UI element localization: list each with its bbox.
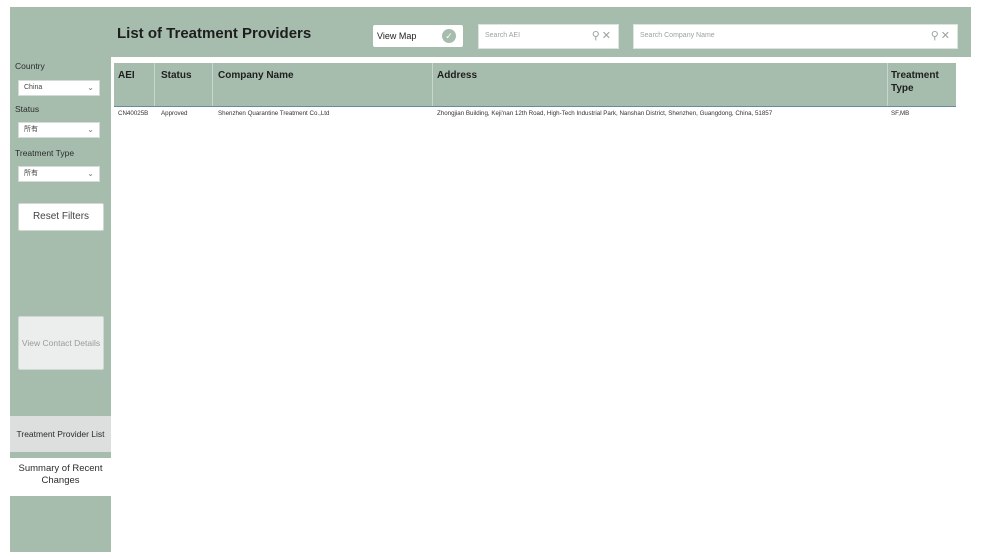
status-dropdown[interactable]: 所有 ⌄ [18,122,100,138]
page-title: List of Treatment Providers [117,25,312,42]
search-icon[interactable]: ⚲ [931,30,941,42]
status-label: Status [15,104,40,114]
cell-company-name: Shenzhen Quarantine Treatment Co.,Ltd [218,110,330,117]
country-value: China [24,84,43,91]
cell-address: Zhongjian Building, Keji'nan 12th Road, … [437,110,773,117]
chevron-down-icon: ⌄ [87,83,94,92]
column-header-status[interactable]: Status [161,69,192,82]
column-divider [154,63,155,106]
toggle-knob-icon[interactable]: ✓ [442,29,456,43]
view-map-toggle[interactable]: View Map ✓ [373,25,463,47]
reset-filters-button[interactable]: Reset Filters [18,203,104,231]
chevron-down-icon: ⌄ [87,125,94,134]
view-map-label: View Map [377,31,417,41]
cell-aei: CN40025B [118,110,149,117]
search-aei-input[interactable]: Search AEI ⚲✕ [478,24,619,49]
header-bar: List of Treatment Providers View Map ✓ S… [111,7,971,57]
clear-icon[interactable]: ✕ [941,30,952,42]
clear-icon[interactable]: ✕ [602,30,613,42]
country-label: Country [15,61,45,71]
search-company-input[interactable]: Search Company Name ⚲✕ [633,24,958,49]
column-divider [212,63,213,106]
column-header-treatment-type[interactable]: Treatment Type [891,69,953,95]
cell-status: Approved [161,110,188,117]
nav-treatment-provider-list[interactable]: Treatment Provider List [10,416,111,452]
view-contact-details-button[interactable]: View Contact Details [18,316,104,370]
column-divider [887,63,888,106]
column-header-aei[interactable]: AEI [118,69,135,82]
cell-treatment-type: SF,MB [891,110,910,117]
search-icon[interactable]: ⚲ [592,30,602,42]
search-company-placeholder: Search Company Name [640,32,715,39]
table-header: AEI Status Company Name Address Treatmen… [114,63,956,107]
search-aei-placeholder: Search AEI [485,32,521,39]
table-row[interactable]: CN40025B Approved Shenzhen Quarantine Tr… [114,107,956,121]
status-value: 所有 [24,126,38,133]
column-header-company-name[interactable]: Company Name [218,69,294,82]
country-dropdown[interactable]: China ⌄ [18,80,100,96]
column-header-address[interactable]: Address [437,69,477,82]
sidebar: Country China ⌄ Status 所有 ⌄ Treatment Ty… [10,7,111,552]
treatment-type-label: Treatment Type [15,148,75,158]
column-divider [432,63,433,106]
treatment-type-value: 所有 [24,170,38,177]
treatment-type-dropdown[interactable]: 所有 ⌄ [18,166,100,182]
nav-summary-of-recent-changes[interactable]: Summary of Recent Changes [10,458,111,496]
chevron-down-icon: ⌄ [87,169,94,178]
